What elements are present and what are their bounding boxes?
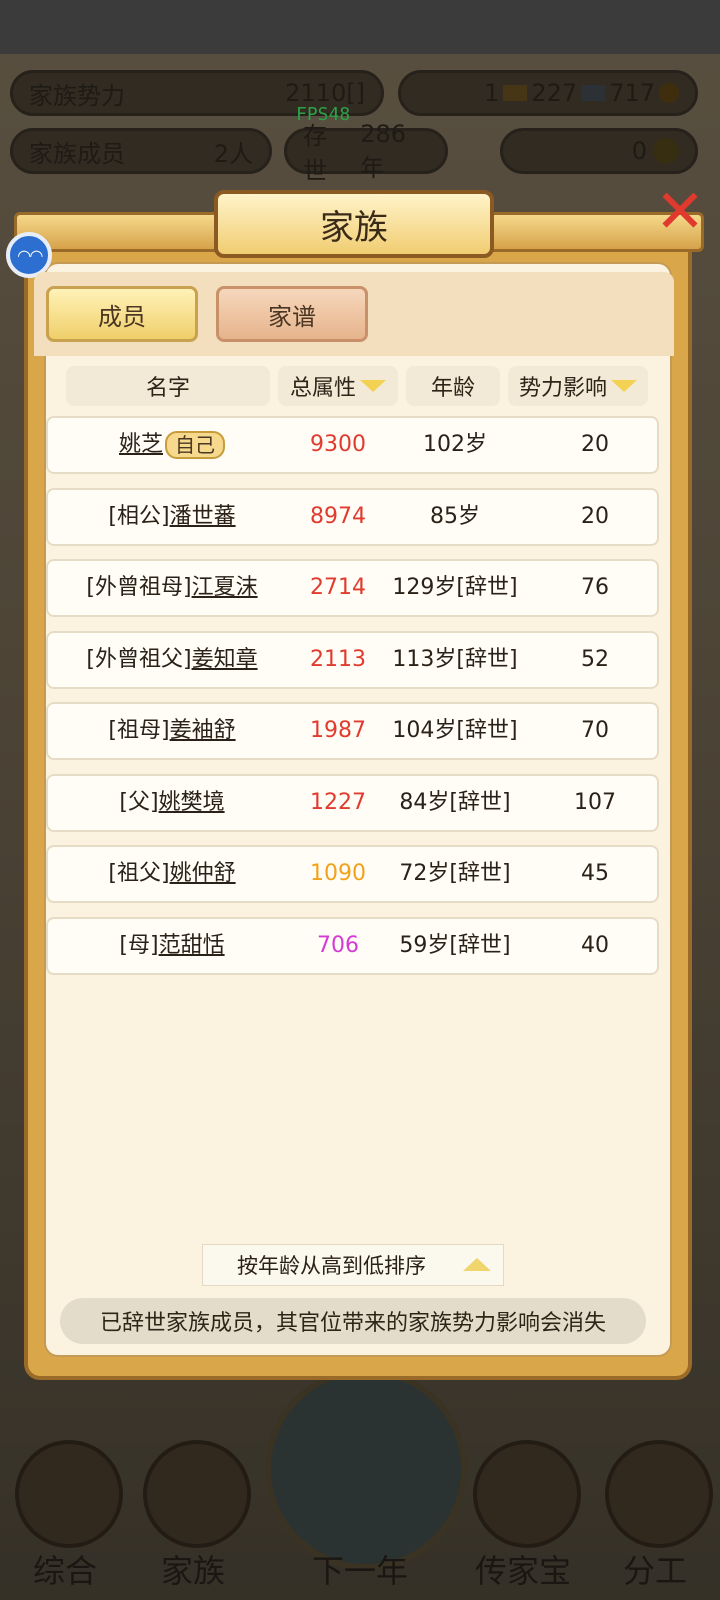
member-influence: 20 [581, 504, 609, 529]
member-relation: [祖父] [108, 861, 170, 886]
member-name-cell: [祖父]姚仲舒 [48, 847, 296, 901]
member-total-score: 1090 [310, 861, 366, 886]
member-influence: 76 [581, 575, 609, 600]
member-name-cell: [相公]潘世蕃 [48, 490, 296, 544]
status-bar [0, 0, 720, 54]
house-icon [143, 1440, 251, 1548]
heirloom-icon [473, 1440, 581, 1548]
nav-division[interactable]: 分工 [590, 1420, 720, 1600]
member-influence: 107 [574, 790, 616, 815]
member-total-score: 1227 [310, 790, 366, 815]
col-header-influence[interactable]: 势力影响 [508, 366, 648, 406]
sort-label: 按年龄从高到低排序 [237, 1254, 426, 1278]
nav-heirloom[interactable]: 传家宝 [458, 1420, 588, 1600]
sort-button[interactable]: 按年龄从高到低排序 [202, 1244, 504, 1286]
self-badge: 自己 [165, 431, 225, 459]
sort-down-icon [611, 380, 637, 392]
sort-down-icon [360, 380, 386, 392]
bottom-nav: 综合 家族 下一年 传家宝 分工 [0, 1368, 720, 1600]
member-name-link[interactable]: 范甜恬 [159, 933, 225, 958]
tab-bar: 成员 家谱 [34, 272, 674, 356]
nav-next-year[interactable]: 下一年 [265, 1420, 455, 1600]
nav-heirloom-label: 传家宝 [474, 1552, 571, 1590]
member-row[interactable]: [父]姚樊境 1227 84岁[辞世] 107 [46, 774, 659, 832]
tab-genealogy[interactable]: 家谱 [216, 286, 368, 342]
member-name-cell: [祖母]姜袖舒 [48, 704, 296, 758]
nav-division-label: 分工 [622, 1552, 687, 1590]
person-icon [605, 1440, 713, 1548]
member-age: 85岁 [430, 504, 480, 529]
member-name-link[interactable]: 姚芝 [119, 432, 163, 457]
member-row[interactable]: [母]范甜恬 706 59岁[辞世] 40 [46, 917, 659, 975]
member-name-link[interactable]: 姜袖舒 [170, 718, 236, 743]
member-influence: 70 [581, 718, 609, 743]
col-header-total-label: 总属性 [289, 376, 356, 401]
col-header-age-label: 年龄 [430, 376, 475, 401]
nav-overview[interactable]: 综合 [0, 1420, 130, 1600]
member-name-cell: [外曾祖父]姜知章 [48, 633, 296, 687]
scroll-icon [15, 1440, 123, 1548]
member-relation: [父] [119, 790, 159, 815]
close-button[interactable]: ✕ [654, 182, 706, 246]
col-header-age: 年龄 [406, 366, 500, 406]
member-name-cell: 姚芝 自己 [48, 418, 296, 472]
member-age: 104岁[辞世] [392, 718, 518, 743]
member-relation: [外曾祖父] [86, 647, 192, 672]
member-influence: 40 [581, 933, 609, 958]
member-total-score: 8974 [310, 504, 366, 529]
col-header-influence-label: 势力影响 [518, 376, 607, 401]
member-age: 84岁[辞世] [399, 790, 511, 815]
member-name-cell: [父]姚樊境 [48, 776, 296, 830]
member-relation: [祖母] [108, 718, 170, 743]
member-row[interactable]: [祖父]姚仲舒 1090 72岁[辞世] 45 [46, 845, 659, 903]
member-name-cell: [外曾祖母]江夏沫 [48, 561, 296, 615]
member-age: 72岁[辞世] [399, 861, 511, 886]
member-row[interactable]: [祖母]姜袖舒 1987 104岁[辞世] 70 [46, 702, 659, 760]
sort-up-icon [463, 1258, 491, 1271]
member-name-link[interactable]: 江夏沫 [192, 575, 258, 600]
member-influence: 20 [581, 432, 609, 457]
member-row[interactable]: [相公]潘世蕃 8974 85岁 20 [46, 488, 659, 546]
member-relation: [母] [119, 933, 159, 958]
member-influence: 45 [581, 861, 609, 886]
member-row[interactable]: [外曾祖母]江夏沫 2714 129岁[辞世] 76 [46, 559, 659, 617]
col-header-name: 名字 [66, 366, 270, 406]
member-age: 113岁[辞世] [392, 647, 518, 672]
member-age: 102岁 [423, 432, 487, 457]
col-header-total[interactable]: 总属性 [278, 366, 398, 406]
nav-next-year-label: 下一年 [311, 1552, 408, 1590]
member-age: 59岁[辞世] [399, 933, 511, 958]
member-row[interactable]: 姚芝 自己 9300 102岁 20 [46, 416, 659, 474]
member-total-score: 9300 [310, 432, 366, 457]
member-relation: [外曾祖母] [86, 575, 192, 600]
member-relation: [相公] [108, 504, 170, 529]
member-total-score: 1987 [310, 718, 366, 743]
member-total-score: 706 [317, 933, 359, 958]
member-influence: 52 [581, 647, 609, 672]
member-name-link[interactable]: 姚樊境 [159, 790, 225, 815]
tab-members[interactable]: 成员 [46, 286, 198, 342]
col-header-name-label: 名字 [145, 376, 190, 401]
nav-family-label: 家族 [160, 1552, 225, 1590]
deceased-notice: 已辞世家族成员，其官位带来的家族势力影响会消失 [60, 1298, 646, 1344]
nav-overview-label: 综合 [32, 1552, 97, 1590]
panel-title: 家族 [214, 190, 494, 258]
member-total-score: 2113 [310, 647, 366, 672]
member-name-cell: [母]范甜恬 [48, 919, 296, 973]
nav-family[interactable]: 家族 [128, 1420, 258, 1600]
member-age: 129岁[辞世] [392, 575, 518, 600]
member-row[interactable]: [外曾祖父]姜知章 2113 113岁[辞世] 52 [46, 631, 659, 689]
member-name-link[interactable]: 姚仲舒 [170, 861, 236, 886]
member-total-score: 2714 [310, 575, 366, 600]
member-name-link[interactable]: 姜知章 [192, 647, 258, 672]
member-name-link[interactable]: 潘世蕃 [170, 504, 236, 529]
